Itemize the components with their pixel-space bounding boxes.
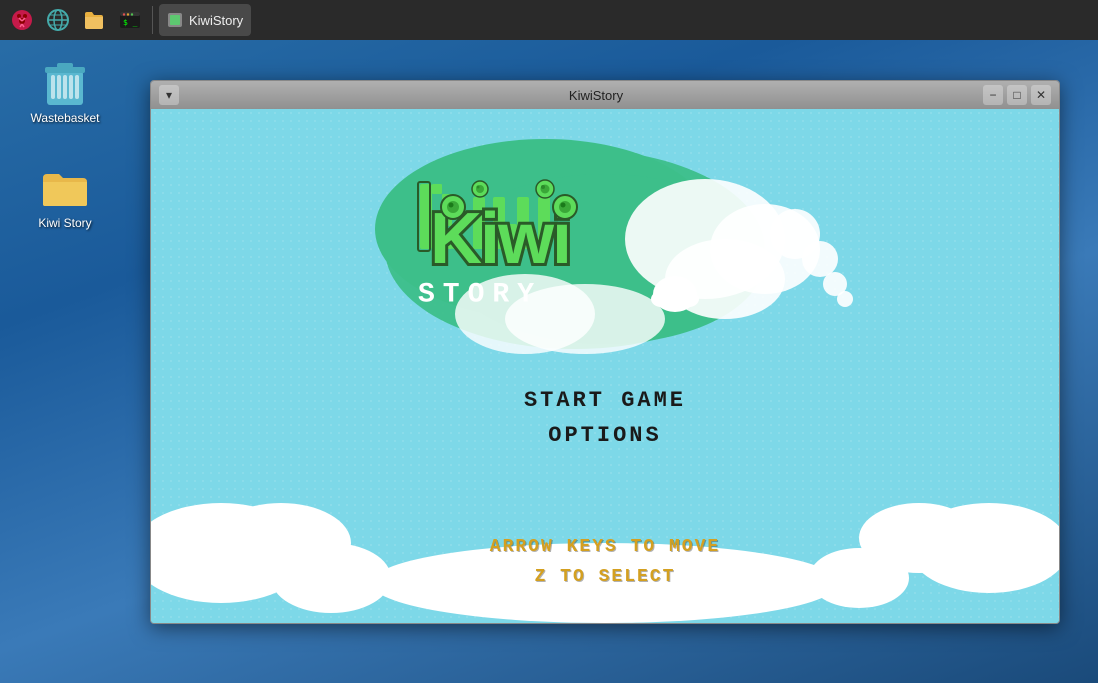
files-icon[interactable] — [78, 4, 110, 36]
kiwi-story-folder-icon[interactable]: Kiwi Story — [25, 160, 105, 234]
folder-image — [41, 164, 89, 212]
controls-move-text: ARROW KEYS TO MOVE — [490, 532, 720, 563]
window-minimize-button[interactable]: − — [983, 85, 1003, 105]
window-dropdown-button[interactable]: ▾ — [159, 85, 179, 105]
window-titlebar: ▾ KiwiStory − □ ✕ — [151, 81, 1059, 109]
controls-select-text: Z TO SELECT — [490, 562, 720, 593]
window-maximize-button[interactable]: □ — [1007, 85, 1027, 105]
wastebasket-label: Wastebasket — [31, 111, 100, 125]
window-left-controls: ▾ — [159, 85, 209, 105]
window-close-button[interactable]: ✕ — [1031, 85, 1051, 105]
taskbar: $ _ KiwiStory — [0, 0, 1098, 40]
terminal-icon[interactable]: $ _ — [114, 4, 146, 36]
game-screen: STORY Kiwi Kiwi START GAME OPTIONS — [151, 109, 1059, 623]
browser-icon[interactable] — [42, 4, 74, 36]
start-game-menu-item[interactable]: START GAME — [524, 383, 686, 418]
window-controls: − □ ✕ — [983, 85, 1051, 105]
taskbar-window-button[interactable]: KiwiStory — [159, 4, 251, 36]
raspberry-pi-icon[interactable] — [6, 4, 38, 36]
taskbar-separator — [152, 6, 153, 34]
taskbar-window-label: KiwiStory — [189, 13, 243, 28]
kiwi-logo: STORY Kiwi Kiwi — [345, 129, 865, 369]
svg-text:$ _: $ _ — [123, 18, 138, 27]
options-menu-item[interactable]: OPTIONS — [524, 418, 686, 453]
svg-text:STORY: STORY — [418, 279, 542, 310]
wastebasket-icon[interactable]: Wastebasket — [25, 55, 105, 129]
kiwistory-window: ▾ KiwiStory − □ ✕ — [150, 80, 1060, 624]
window-title: KiwiStory — [209, 88, 983, 103]
kiwi-story-label: Kiwi Story — [38, 216, 91, 230]
wastebasket-image — [41, 59, 89, 107]
controls-hint: ARROW KEYS TO MOVE Z TO SELECT — [490, 532, 720, 593]
game-menu: START GAME OPTIONS — [524, 383, 686, 453]
